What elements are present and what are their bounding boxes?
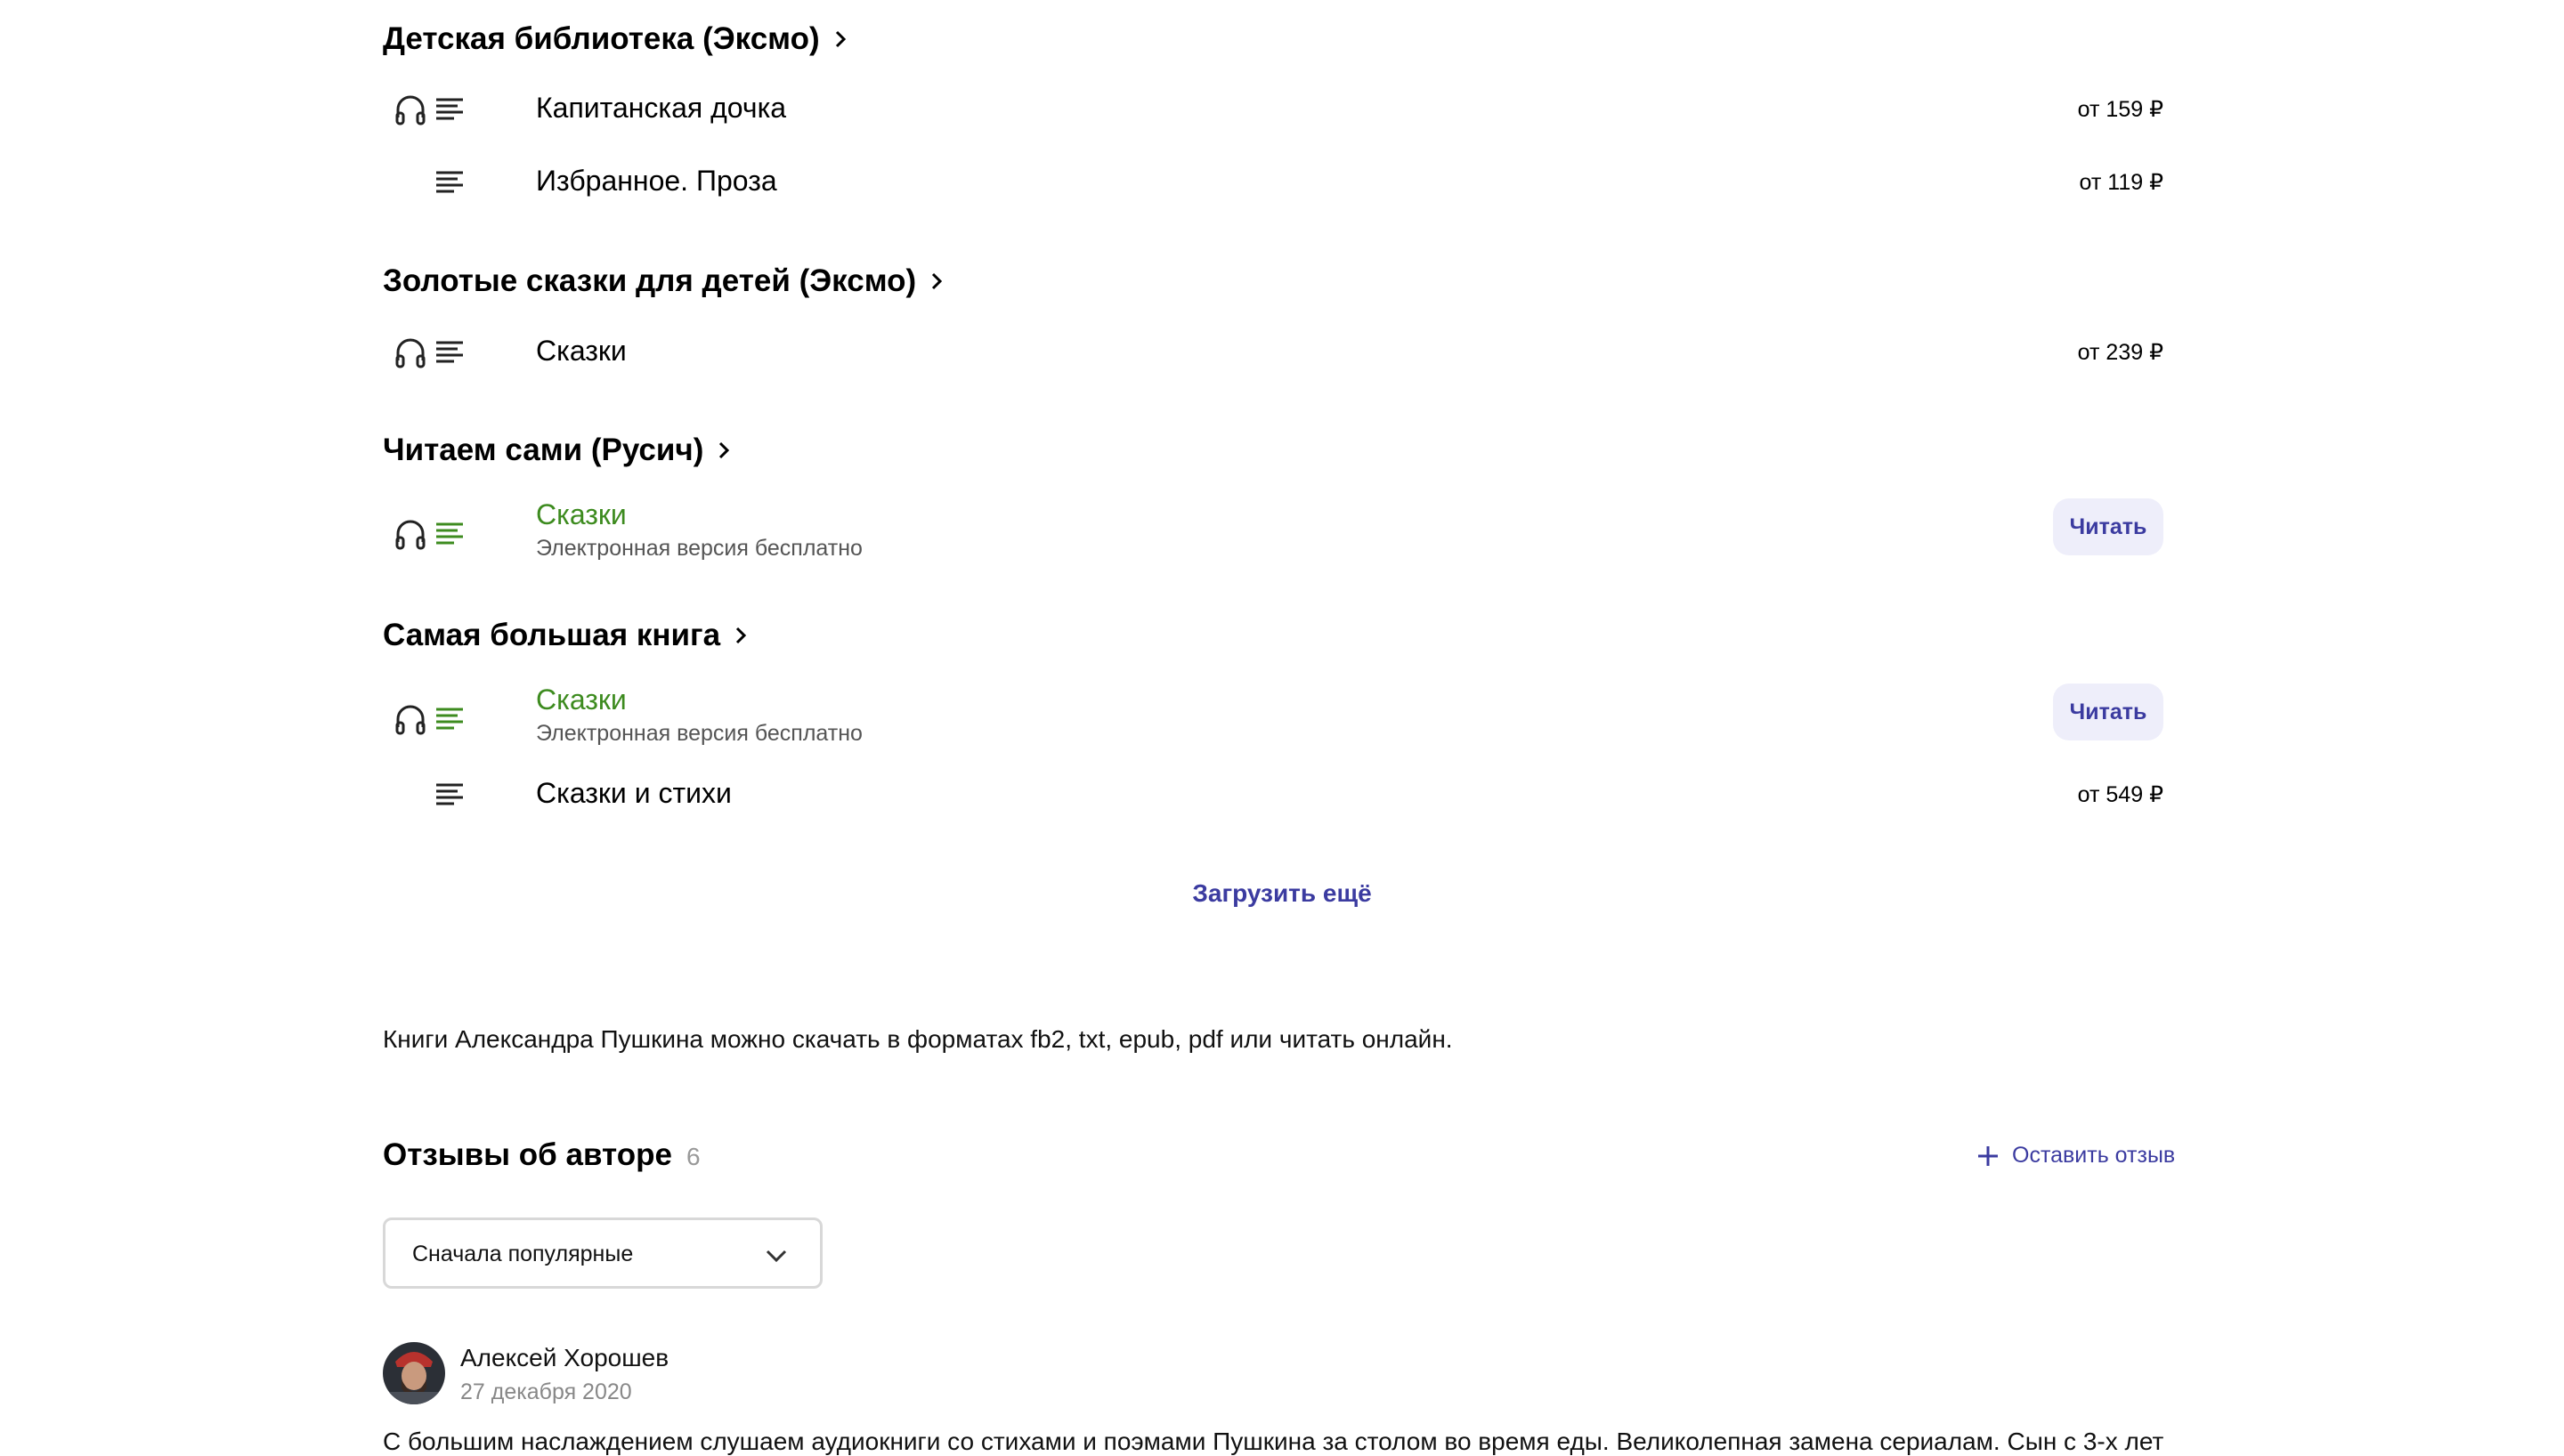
series-title-text: Самая большая книга <box>383 618 721 652</box>
free-version-label: Электронная версия бесплатно <box>536 721 863 746</box>
headphones-icon <box>395 338 426 368</box>
chevron-right-icon <box>719 441 730 459</box>
formats-description: Книги Александра Пушкина можно скачать в… <box>383 1025 1453 1053</box>
book-row[interactable]: Сказки Электронная версия бесплатно Чита… <box>383 498 2163 570</box>
headphones-icon <box>395 95 426 125</box>
leave-review-label: Оставить отзыв <box>2012 1143 2176 1168</box>
text-book-icon <box>436 783 463 805</box>
book-title[interactable]: Сказки <box>536 498 627 531</box>
chevron-right-icon <box>932 272 943 290</box>
headphones-icon <box>395 705 426 735</box>
book-row[interactable]: Избранное. Проза от 119 ₽ <box>383 151 2163 214</box>
avatar[interactable] <box>383 1342 445 1404</box>
series-title-text: Золотые сказки для детей (Эксмо) <box>383 263 917 298</box>
series-title-samaya-bolshaya-kniga[interactable]: Самая большая книга <box>383 618 751 653</box>
text-book-icon <box>436 708 463 730</box>
series-title-text: Читаем сами (Русич) <box>383 433 704 467</box>
book-title[interactable]: Сказки <box>536 335 627 368</box>
book-price: от 549 ₽ <box>2077 782 2163 807</box>
read-button[interactable]: Читать <box>2053 498 2163 555</box>
chevron-right-icon <box>736 627 747 644</box>
book-row[interactable]: Капитанская дочка от 159 ₽ <box>383 78 2163 141</box>
book-price: от 159 ₽ <box>2077 97 2163 122</box>
book-price: от 239 ₽ <box>2077 340 2163 365</box>
book-row[interactable]: Сказки от 239 ₽ <box>383 321 2163 384</box>
text-book-icon <box>436 341 463 363</box>
book-title[interactable]: Избранное. Проза <box>536 165 777 198</box>
book-price: от 119 ₽ <box>2079 170 2163 195</box>
load-more-button[interactable]: Загрузить ещё <box>0 879 2564 908</box>
series-title-text: Детская библиотека (Эксмо) <box>383 21 820 56</box>
reviews-heading: Отзывы об авторе 6 <box>383 1137 701 1173</box>
headphones-icon <box>395 520 426 550</box>
book-row[interactable]: Сказки и стихи от 549 ₽ <box>383 764 2163 826</box>
read-button[interactable]: Читать <box>2053 684 2163 740</box>
text-book-icon <box>436 522 463 545</box>
review-date: 27 декабря 2020 <box>460 1379 632 1404</box>
free-version-label: Электронная версия бесплатно <box>536 536 863 561</box>
review-text: С большим наслаждением слушаем аудиокниг… <box>383 1428 2164 1455</box>
text-book-icon <box>436 171 463 193</box>
book-title[interactable]: Сказки и стихи <box>536 777 732 810</box>
series-title-detskaya-biblioteka[interactable]: Детская библиотека (Эксмо) <box>383 21 850 57</box>
series-title-chitaem-sami[interactable]: Читаем сами (Русич) <box>383 433 734 468</box>
book-title[interactable]: Капитанская дочка <box>536 92 786 125</box>
leave-review-button[interactable]: Оставить отзыв <box>1976 1143 2175 1169</box>
book-title[interactable]: Сказки <box>536 684 627 716</box>
reviews-title: Отзывы об авторе <box>383 1137 672 1172</box>
series-title-zolotye-skazki[interactable]: Золотые сказки для детей (Эксмо) <box>383 263 946 299</box>
book-row[interactable]: Сказки Электронная версия бесплатно Чита… <box>383 684 2163 755</box>
plus-icon <box>1978 1145 1998 1166</box>
text-book-icon <box>436 98 463 120</box>
chevron-right-icon <box>835 30 846 48</box>
sort-select[interactable]: Сначала популярные <box>383 1217 823 1289</box>
reviews-count: 6 <box>686 1143 701 1170</box>
reviewer-name[interactable]: Алексей Хорошев <box>460 1344 669 1372</box>
chevron-down-icon <box>766 1250 787 1263</box>
sort-select-value: Сначала популярные <box>412 1242 634 1266</box>
